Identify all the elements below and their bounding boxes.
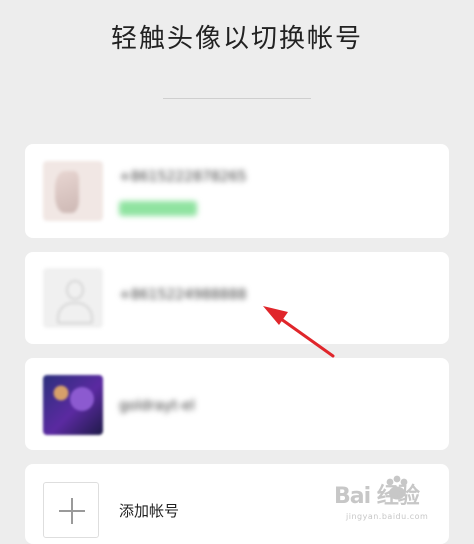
account-card-1[interactable]: +8615222878265 bbox=[25, 144, 449, 238]
watermark-url: jingyan.baidu.com bbox=[346, 512, 429, 521]
add-account-label: 添加帐号 bbox=[119, 502, 180, 520]
plus-icon[interactable] bbox=[43, 482, 99, 538]
page-title: 轻触头像以切换帐号 bbox=[110, 24, 363, 54]
avatar[interactable] bbox=[43, 268, 103, 328]
default-avatar-icon bbox=[66, 280, 84, 300]
account-phone-number: +8615224988888 bbox=[119, 287, 247, 303]
watermark: Bai 经验 jingyan.baidu.com bbox=[334, 470, 474, 532]
account-card-2[interactable]: +8615224988888 bbox=[25, 252, 449, 344]
status-badge bbox=[119, 201, 197, 216]
account-phone-number: +8615222878265 bbox=[119, 169, 247, 185]
account-card-3[interactable]: goldrayt-el bbox=[25, 358, 449, 450]
title-divider bbox=[163, 98, 311, 99]
avatar[interactable] bbox=[43, 161, 103, 221]
watermark-brand: Bai 经验 bbox=[334, 484, 420, 509]
avatar[interactable] bbox=[43, 375, 103, 435]
account-name: goldrayt-el bbox=[119, 398, 195, 414]
